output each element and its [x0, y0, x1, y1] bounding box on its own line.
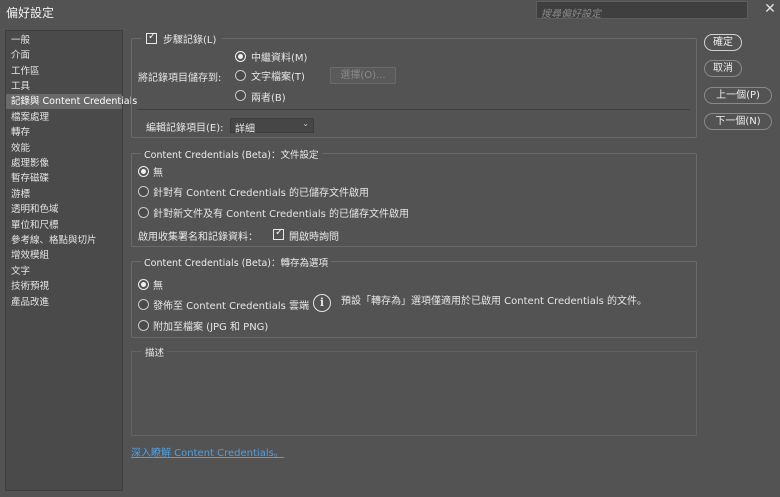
textfile-radio[interactable]: [235, 70, 246, 81]
sidebar-item-interface[interactable]: 介面: [6, 48, 122, 63]
cc-export-publish-radio[interactable]: [138, 299, 149, 310]
sidebar-item-type[interactable]: 文字: [6, 264, 122, 279]
sidebar-item-plugins[interactable]: 增效模組: [6, 248, 122, 263]
cc-export-none-radio[interactable]: [138, 279, 149, 290]
sidebar-item-tools[interactable]: 工具: [6, 79, 122, 94]
ask-on-open-label: 開啟時詢問: [289, 232, 339, 243]
info-icon: i: [313, 294, 331, 312]
sidebar-item-transparency-gamut[interactable]: 透明和色域: [6, 202, 122, 217]
previous-button[interactable]: 上一個(P): [704, 87, 772, 104]
both-radio-label: 兩者(B): [251, 93, 286, 104]
collect-attribution-label: 啟用收集署名和記錄資料：: [138, 232, 258, 243]
description-area: [131, 351, 697, 436]
cc-export-attach-label: 附加至檔案 (JPG 和 PNG): [153, 322, 269, 333]
cc-docs-saved-radio[interactable]: [138, 186, 149, 197]
search-input[interactable]: 搜尋偏好設定: [536, 1, 748, 20]
textfile-radio-label: 文字檔案(T): [251, 72, 305, 83]
sidebar-item-performance[interactable]: 效能: [6, 141, 122, 156]
close-icon[interactable]: ✕: [762, 1, 778, 19]
sidebar-item-history-content-credentials[interactable]: 記錄與 Content Credentials: [6, 94, 137, 109]
learn-more-link[interactable]: 深入瞭解 Content Credentials。: [131, 444, 284, 459]
sidebar-item-cursors[interactable]: 游標: [6, 187, 122, 202]
export-info-text: 預設「轉存為」選項僅適用於已啟用 Content Credentials 的文件…: [341, 296, 647, 307]
step-log-label: 步驟記錄(L): [163, 35, 217, 46]
window-title: 偏好設定: [6, 6, 55, 20]
metadata-radio-label: 中繼資料(M): [251, 53, 308, 64]
cc-export-attach-radio[interactable]: [138, 320, 149, 331]
title-bar: 偏好設定 搜尋偏好設定 ✕: [0, 0, 780, 22]
ok-button[interactable]: 確定: [704, 34, 742, 51]
metadata-radio[interactable]: [235, 51, 246, 62]
cc-docs-new-radio[interactable]: [138, 207, 149, 218]
next-button[interactable]: 下一個(N): [704, 113, 772, 130]
edit-log-select[interactable]: 詳細 ⌄: [230, 118, 314, 135]
sidebar-item-image-processing[interactable]: 處理影像: [6, 156, 122, 171]
cc-document-settings-legend: Content Credentials (Beta)：文件設定: [141, 147, 322, 161]
edit-log-value: 詳細: [235, 124, 255, 135]
sidebar-item-export[interactable]: 轉存: [6, 125, 122, 140]
cc-export-none-label: 無: [153, 281, 163, 292]
sidebar-item-workspace[interactable]: 工作區: [6, 64, 122, 79]
both-radio[interactable]: [235, 90, 246, 101]
step-log-checkbox[interactable]: [146, 31, 157, 44]
ask-on-open-checkbox[interactable]: [273, 227, 284, 240]
sidebar-item-technology-previews[interactable]: 技術預視: [6, 279, 122, 294]
cc-export-publish-label: 發佈至 Content Credentials 雲端: [153, 301, 309, 312]
choose-file-button[interactable]: 選擇(O)...: [330, 67, 396, 84]
cc-docs-new-label: 針對新文件及有 Content Credentials 的已儲存文件啟用: [153, 209, 409, 220]
preferences-sidebar: 一般 介面 工作區 工具 記錄與 Content Credentials 檔案處…: [5, 30, 137, 491]
description-legend: 描述: [142, 345, 168, 359]
sidebar-item-general[interactable]: 一般: [6, 33, 122, 48]
cc-docs-saved-label: 針對有 Content Credentials 的已儲存文件啟用: [153, 188, 369, 199]
sidebar-item-units-rulers[interactable]: 單位和尺標: [6, 218, 122, 233]
chevron-down-icon: ⌄: [302, 119, 309, 128]
sidebar-item-product-improvement[interactable]: 產品改進: [6, 295, 122, 310]
save-to-label: 將記錄項目儲存到:: [138, 73, 222, 84]
cancel-button[interactable]: 取消: [704, 60, 742, 77]
sidebar-item-guides-grid-slices[interactable]: 參考線、格點與切片: [6, 233, 122, 248]
history-separator: [137, 109, 690, 110]
cc-docs-none-label: 無: [153, 168, 163, 179]
cc-docs-none-radio[interactable]: [138, 166, 149, 177]
sidebar-item-scratch-disks[interactable]: 暫存磁碟: [6, 171, 122, 186]
sidebar-item-file-handling[interactable]: 檔案處理: [6, 110, 122, 125]
cc-export-options-legend: Content Credentials (Beta)：轉存為選項: [141, 255, 331, 269]
edit-log-label: 編輯記錄項目(E):: [146, 123, 224, 134]
